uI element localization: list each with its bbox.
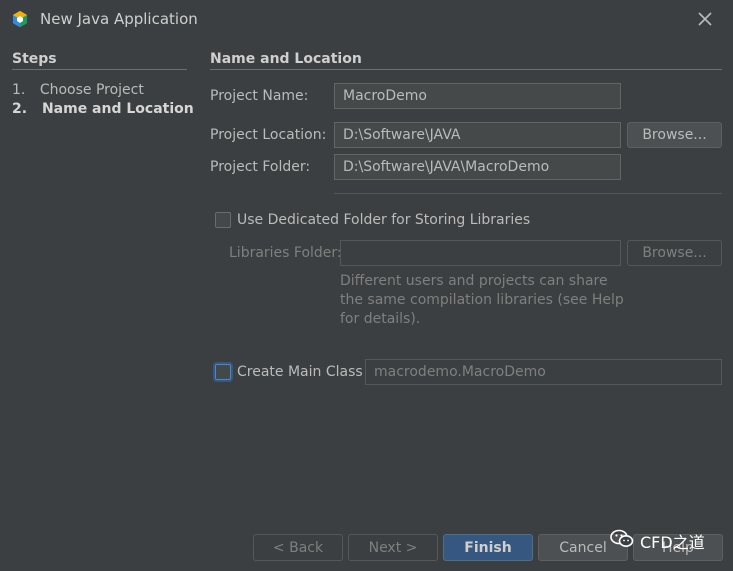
project-name-label: Project Name: [210, 88, 309, 104]
steps-title: Steps [12, 51, 57, 67]
browse-libraries-button[interactable]: Browse... [627, 240, 722, 266]
project-location-field[interactable]: D:\Software\JAVA [334, 122, 621, 148]
project-name-field[interactable]: MacroDemo [334, 83, 621, 109]
hint-line: the same compilation libraries (see Help [340, 292, 624, 308]
project-folder-label: Project Folder: [210, 159, 311, 175]
finish-button[interactable]: Finish [443, 534, 533, 561]
watermark: CFD之道 [610, 529, 705, 553]
close-icon[interactable] [694, 8, 716, 30]
window-title: New Java Application [40, 10, 198, 28]
project-folder-field[interactable]: D:\Software\JAVA\MacroDemo [334, 154, 621, 180]
browse-location-button[interactable]: Browse... [627, 122, 722, 148]
libraries-folder-field[interactable] [340, 240, 621, 266]
wechat-icon [610, 529, 634, 553]
dedicated-folder-checkbox[interactable] [215, 212, 231, 228]
libraries-folder-label: Libraries Folder: [229, 245, 342, 261]
title-bar: New Java Application [0, 0, 733, 38]
hint-line: Different users and projects can share [340, 273, 608, 289]
create-main-class-checkbox[interactable] [215, 364, 231, 380]
next-button[interactable]: Next > [348, 534, 438, 561]
step-number: 1. [12, 82, 26, 98]
dedicated-folder-label: Use Dedicated Folder for Storing Librari… [237, 212, 531, 228]
netbeans-logo-icon [11, 10, 29, 28]
step-label: Choose Project [39, 82, 144, 98]
step-choose-project: 1. Choose Project [12, 82, 144, 98]
watermark-text: CFD之道 [640, 533, 705, 552]
project-location-label: Project Location: [210, 127, 327, 143]
section-title: Name and Location [210, 51, 362, 67]
hint-line: for details). [340, 311, 421, 327]
step-name-and-location: 2. Name and Location [12, 101, 194, 117]
options-divider [334, 193, 722, 194]
steps-divider [12, 69, 187, 70]
create-main-class-label: Create Main Class [237, 364, 363, 380]
back-button[interactable]: < Back [253, 534, 343, 561]
section-divider [210, 69, 722, 70]
step-number: 2. [12, 101, 28, 117]
main-class-field[interactable]: macrodemo.MacroDemo [365, 359, 722, 385]
step-label: Name and Location [41, 101, 194, 117]
libraries-hint: Different users and projects can share t… [340, 272, 630, 329]
